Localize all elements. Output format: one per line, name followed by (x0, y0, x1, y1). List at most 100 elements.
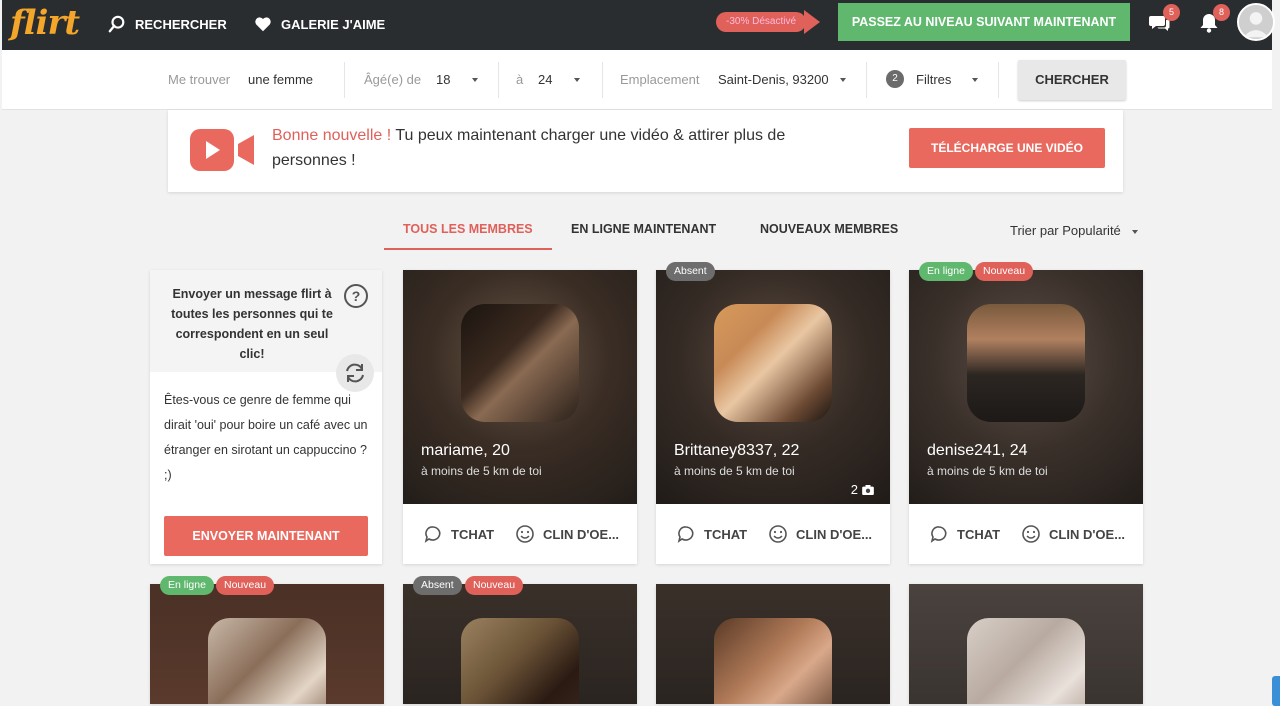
video-upload-banner: Bonne nouvelle ! Tu peux maintenant char… (168, 110, 1123, 192)
refresh-icon (346, 363, 364, 383)
chat-button[interactable]: TCHAT (423, 524, 494, 544)
chevron-down-icon (1132, 229, 1139, 234)
wink-button[interactable]: CLIN D'OE... (768, 524, 872, 544)
wink-label: CLIN D'OE... (543, 526, 620, 542)
member-distance: à moins de 5 km de toi (674, 464, 795, 478)
member-photo[interactable] (656, 584, 890, 704)
divider (998, 62, 999, 98)
divider (602, 62, 603, 98)
sort-dropdown[interactable]: Trier par Popularité (1010, 223, 1139, 238)
search-nav-link[interactable]: RECHERCHER (108, 13, 227, 35)
chat-label: TCHAT (957, 526, 1001, 542)
user-avatar-icon (1239, 5, 1273, 39)
member-avatar (967, 304, 1085, 422)
top-navigation: flirt RECHERCHER GALERIE J'AIME -30% Dés… (2, 0, 1275, 50)
chat-button[interactable]: TCHAT (676, 524, 747, 544)
member-distance: à moins de 5 km de toi (421, 464, 542, 478)
sort-label: Trier par Popularité (1010, 223, 1121, 238)
app-logo[interactable]: flirt (10, 4, 80, 42)
user-avatar[interactable] (1237, 3, 1275, 41)
likes-gallery-label: GALERIE J'AIME (281, 16, 386, 32)
heart-icon (255, 17, 271, 32)
upgrade-button[interactable]: PASSEZ AU NIVEAU SUIVANT MAINTENANT (838, 3, 1130, 41)
divider (866, 62, 867, 98)
member-card[interactable] (656, 584, 890, 704)
upload-video-button[interactable]: TÉLÉCHARGE UNE VIDÉO (909, 128, 1105, 168)
search-button[interactable]: CHERCHER (1018, 60, 1126, 100)
notifications-count-badge: 8 (1213, 4, 1230, 21)
member-card[interactable]: denise241, 24 à moins de 5 km de toi En … (909, 262, 1143, 564)
status-badge-online: En ligne (160, 576, 214, 595)
tab-all-members[interactable]: TOUS LES MEMBRES (384, 222, 552, 250)
member-card[interactable]: Brittaney8337, 22 à moins de 5 km de toi… (656, 262, 890, 564)
status-badge-absent: Absent (666, 262, 715, 281)
member-avatar (461, 304, 579, 422)
photo-count: 2 (851, 482, 874, 497)
search-icon (108, 15, 125, 33)
chat-button[interactable]: TCHAT (929, 524, 1000, 544)
status-badge-new: Nouveau (975, 262, 1034, 281)
member-avatar (714, 304, 832, 422)
age-min-select[interactable]: 18 (436, 72, 450, 87)
chevron-down-icon (840, 78, 846, 82)
refresh-button[interactable] (336, 354, 374, 392)
member-photo[interactable] (909, 584, 1143, 704)
member-name: denise241, 24 (927, 442, 1028, 459)
location-select[interactable]: Saint-Denis, 93200 (718, 72, 829, 87)
send-now-button[interactable]: ENVOYER MAINTENANT (164, 516, 368, 556)
member-name: Brittaney8337, 22 (674, 442, 800, 459)
member-card[interactable]: En ligne Nouveau (150, 576, 384, 704)
wink-button[interactable]: CLIN D'OE... (1021, 524, 1125, 544)
member-photo[interactable]: mariame, 20 à moins de 5 km de toi (403, 270, 637, 504)
member-avatar (967, 618, 1085, 704)
filters-dropdown[interactable]: Filtres (916, 72, 951, 87)
messages-button[interactable]: 5 (1148, 4, 1180, 36)
discount-promo[interactable]: -30% Désactivé (716, 10, 822, 34)
age-to-label: à (516, 72, 524, 87)
tab-new-members[interactable]: NOUVEAUX MEMBRES (760, 222, 898, 250)
member-actions: TCHAT CLIN D'OE... (909, 504, 1143, 564)
member-name: mariame, 20 (421, 442, 510, 459)
likes-gallery-link[interactable]: GALERIE J'AIME (254, 13, 385, 35)
member-avatar (714, 618, 832, 704)
member-avatar (461, 618, 579, 704)
member-photo[interactable]: denise241, 24 à moins de 5 km de toi (909, 270, 1143, 504)
member-photo[interactable] (403, 584, 637, 704)
wink-label: CLIN D'OE... (1049, 526, 1126, 542)
discount-label: -30% Désactivé (716, 12, 806, 32)
wink-button[interactable]: CLIN D'OE... (515, 524, 619, 544)
messages-count-badge: 5 (1163, 4, 1180, 21)
message-card-title: Envoyer un message flirt à toutes les pe… (171, 287, 333, 361)
search-filter-bar: Me trouver une femme Âgé(e) de 18 à 24 E… (2, 50, 1272, 110)
wink-label: CLIN D'OE... (796, 526, 873, 542)
tab-online-now[interactable]: EN LIGNE MAINTENANT (571, 222, 716, 250)
member-photo[interactable] (150, 584, 384, 704)
chevron-down-icon (972, 78, 978, 82)
video-camera-icon (190, 129, 254, 171)
age-max-select[interactable]: 24 (538, 72, 552, 87)
chat-label: TCHAT (451, 526, 495, 542)
banner-highlight: Bonne nouvelle ! (272, 127, 392, 144)
chat-label: TCHAT (704, 526, 748, 542)
smiley-icon (1022, 525, 1040, 543)
notifications-button[interactable]: 8 (1198, 4, 1230, 36)
member-card[interactable]: mariame, 20 à moins de 5 km de toi TCHAT… (403, 270, 637, 564)
message-text: Êtes-vous ce genre de femme qui dirait '… (164, 393, 368, 482)
chat-icon (930, 526, 947, 543)
photo-count-value: 2 (850, 482, 858, 497)
member-photo[interactable]: Brittaney8337, 22 à moins de 5 km de toi… (656, 270, 890, 504)
chat-icon (424, 526, 441, 543)
filters-count-badge: 2 (886, 70, 904, 88)
member-avatar (208, 618, 326, 704)
gender-select[interactable]: une femme (248, 72, 313, 87)
member-card[interactable]: Absent Nouveau (403, 576, 637, 704)
chat-icon (677, 526, 694, 543)
member-card[interactable] (909, 584, 1143, 704)
find-label: Me trouver (168, 72, 231, 87)
help-icon[interactable]: ? (344, 284, 368, 308)
banner-message: Bonne nouvelle ! Tu peux maintenant char… (272, 123, 852, 173)
promo-arrow-icon (804, 10, 820, 34)
status-badge-new: Nouveau (216, 576, 275, 595)
flirt-message-card: Envoyer un message flirt à toutes les pe… (150, 270, 382, 564)
divider (498, 62, 499, 98)
